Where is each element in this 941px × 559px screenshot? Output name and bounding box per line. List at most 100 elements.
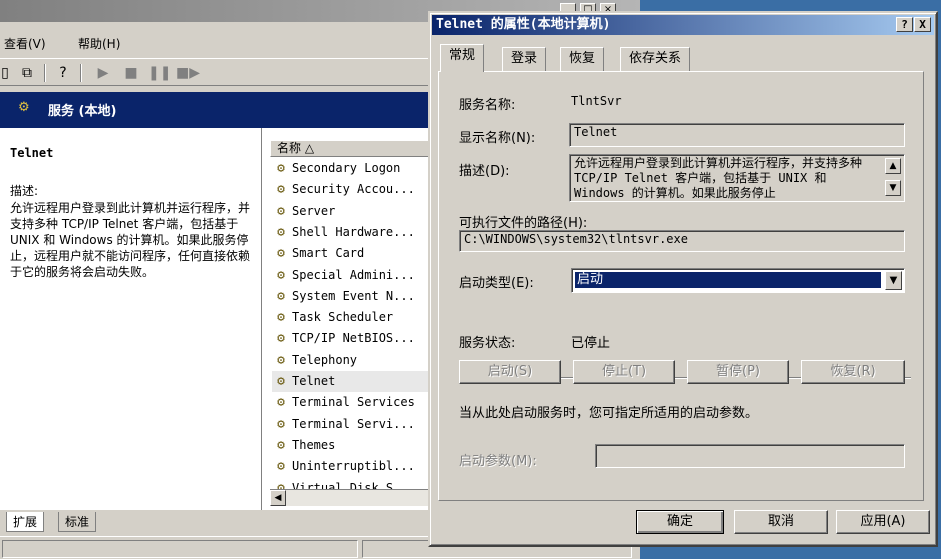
service-list-item[interactable]: ⚙ Smart Card [272, 243, 432, 264]
tab-general[interactable]: 常规 [440, 44, 485, 72]
startup-type-value: 启动 [575, 272, 881, 288]
service-gear-icon: ⚙ [277, 161, 285, 176]
column-header-name[interactable]: 名称 △ [270, 140, 430, 157]
start-params-hint: 当从此处启动服务时，您可指定所适用的启动参数。 [459, 406, 759, 421]
display-name-label: 显示名称(N): [459, 131, 536, 146]
service-gear-icon: ⚙ [277, 310, 285, 326]
service-name: TCP/IP NetBIOS... [292, 331, 415, 346]
tab-recovery[interactable]: 恢复 [560, 47, 605, 71]
help-question-icon[interactable]: ? [896, 17, 913, 32]
selected-service-title: Telnet [10, 146, 54, 160]
service-status-label: 服务状态: [459, 336, 516, 351]
resume-button[interactable]: 恢复(R) [801, 360, 905, 384]
service-list-item[interactable]: ⚙ Themes [272, 435, 432, 456]
horizontal-scrollbar[interactable]: ◀ [270, 489, 430, 506]
startup-type-label: 启动类型(E): [459, 276, 534, 291]
service-list-item[interactable]: ⚙ Telnet [272, 371, 432, 392]
service-gear-icon: ⚙ [277, 416, 285, 432]
cancel-button[interactable]: 取消 [734, 510, 828, 534]
service-list-item[interactable]: ⚙ Task Scheduler [272, 307, 432, 328]
service-name: Special Admini... [292, 267, 415, 282]
service-list-item[interactable]: ⚙ Security Accou... [272, 179, 432, 200]
service-name: Telnet [292, 374, 336, 388]
ok-button[interactable]: 确定 [636, 510, 724, 534]
description-heading: 描述: [10, 184, 39, 198]
restart-icon[interactable]: ■▶ [176, 63, 200, 83]
service-gear-icon: ⚙ [277, 352, 285, 368]
service-name: Uninterruptibl... [292, 459, 415, 474]
service-name: Terminal Servi... [292, 416, 415, 431]
service-gear-icon: ⚙ [277, 267, 285, 283]
extended-description-pane: Telnet 描述: 允许远程用户登录到此计算机并运行程序，并支持多种 TCP/… [0, 128, 262, 510]
pause-icon[interactable]: ❚❚ [148, 63, 171, 83]
tab-standard[interactable]: 标准 [58, 512, 97, 532]
service-name: Security Accou... [292, 182, 415, 197]
description-text: 允许远程用户登录到此计算机并运行程序，并支持多种 TCP/IP Telnet 客… [574, 156, 863, 200]
service-name: Terminal Services [292, 395, 415, 410]
exe-path-field[interactable]: C:\WINDOWS\system32\tlntsvr.exe [459, 230, 905, 252]
service-gear-icon: ⚙ [277, 203, 285, 219]
tab-extended[interactable]: 扩展 [6, 512, 45, 532]
service-gear-icon: ⚙ [277, 246, 285, 262]
telnet-properties-dialog: Telnet 的属性(本地计算机) ? X 常规 登录 恢复 依存关系 服务名称… [428, 11, 938, 547]
start-button[interactable]: 启动(S) [459, 360, 561, 384]
startup-type-select[interactable]: 启动 ▼ [571, 268, 905, 293]
service-name: Themes [292, 437, 336, 452]
start-params-label: 启动参数(M): [459, 454, 537, 469]
service-list-item[interactable]: ⚙ System Event N... [272, 286, 432, 307]
view-tabs: 扩展 标准 [0, 510, 262, 534]
apply-button[interactable]: 应用(A) [836, 510, 930, 534]
service-name: Smart Card [292, 246, 365, 261]
help-icon[interactable]: ? [52, 63, 74, 83]
stop-icon[interactable]: ■ [120, 63, 142, 83]
chevron-down-icon[interactable]: ▼ [885, 271, 902, 290]
service-list-item[interactable]: ⚙ Uninterruptibl... [272, 456, 432, 477]
service-gear-icon: ⚙ [277, 459, 285, 475]
service-name: Telephony [292, 352, 358, 367]
service-name: Task Scheduler [292, 310, 394, 325]
service-gear-icon: ⚙ [277, 288, 285, 304]
tab-logon[interactable]: 登录 [502, 47, 547, 71]
service-list-item[interactable]: ⚙ Shell Hardware... [272, 222, 432, 243]
menu-help[interactable]: 帮助(H) [78, 35, 120, 52]
service-status-value: 已停止 [571, 336, 611, 351]
services-header-title: 服务 (本地) [48, 104, 117, 119]
dialog-title: Telnet 的属性(本地计算机) [436, 17, 611, 32]
menu-view[interactable]: 查看(V) [4, 35, 46, 52]
export-icon[interactable]: ⧉ [16, 63, 38, 83]
close-icon[interactable]: X [914, 17, 931, 32]
toolbar-separator [80, 64, 82, 82]
scroll-left-icon[interactable]: ◀ [270, 490, 286, 506]
tab-dependencies[interactable]: 依存关系 [620, 47, 691, 71]
play-icon[interactable]: ▶ [92, 63, 114, 83]
service-name-value: TlntSvr [571, 94, 622, 108]
description-label: 描述(D): [459, 164, 510, 179]
dialog-titlebar[interactable]: Telnet 的属性(本地计算机) ? X [432, 15, 934, 35]
service-gear-icon: ⚙ [277, 437, 285, 453]
status-cell [2, 540, 358, 558]
service-list-item[interactable]: ⚙ Telephony [272, 350, 432, 371]
service-name: Secondary Logon [292, 161, 401, 175]
gears-icon: ⚙ [18, 100, 30, 115]
service-gear-icon: ⚙ [277, 331, 285, 347]
service-gear-icon: ⚙ [277, 224, 285, 240]
stop-button[interactable]: 停止(T) [573, 360, 675, 384]
service-name: Shell Hardware... [292, 224, 415, 239]
pause-button[interactable]: 暂停(P) [687, 360, 789, 384]
service-list-item[interactable]: ⚙ Secondary Logon [272, 158, 432, 179]
service-list-item[interactable]: ⚙ Special Admini... [272, 265, 432, 286]
service-description-text: 允许远程用户登录到此计算机并运行程序，并支持多种 TCP/IP Telnet 客… [10, 201, 251, 279]
service-gear-icon: ⚙ [277, 395, 285, 411]
description-field[interactable]: 允许远程用户登录到此计算机并运行程序，并支持多种 TCP/IP Telnet 客… [569, 154, 905, 202]
display-name-field[interactable]: Telnet [569, 123, 905, 147]
scroll-up-icon[interactable]: ▲ [885, 158, 901, 174]
service-list-item[interactable]: ⚙ TCP/IP NetBIOS... [272, 328, 432, 349]
service-list-item[interactable]: ⚙ Server [272, 201, 432, 222]
service-gear-icon: ⚙ [277, 374, 285, 389]
service-name-label: 服务名称: [459, 98, 516, 113]
service-list-item[interactable]: ⚙ Terminal Servi... [272, 414, 432, 435]
properties-icon[interactable]: ▯ [0, 63, 16, 83]
scroll-down-icon[interactable]: ▼ [885, 180, 901, 196]
start-params-input[interactable] [595, 444, 905, 468]
service-list-item[interactable]: ⚙ Terminal Services [272, 392, 432, 413]
